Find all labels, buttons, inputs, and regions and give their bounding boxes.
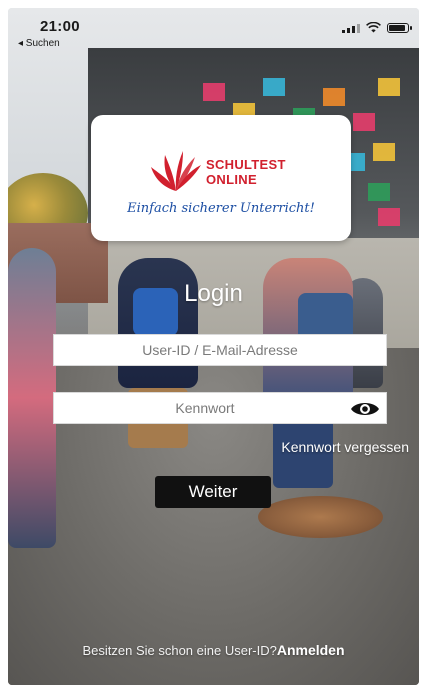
wifi-icon	[366, 22, 381, 33]
signup-footer: Besitzen Sie schon eine User-ID?Anmelden	[8, 642, 419, 658]
continue-button[interactable]: Weiter	[155, 476, 271, 508]
background-manhole	[258, 496, 383, 538]
status-bar: 21:00 ◂ Suchen	[8, 8, 419, 52]
user-id-field	[53, 334, 387, 366]
logo-text-online: ONLINE	[206, 172, 257, 187]
status-time: 21:00	[40, 18, 80, 35]
sign-in-link[interactable]: Anmelden	[277, 642, 345, 658]
password-input[interactable]	[54, 393, 386, 423]
app-screen: 21:00 ◂ Suchen SCHULTEST ONLINE Einfach …	[8, 8, 419, 685]
logo-text-schultest: SCHULTEST	[206, 157, 286, 172]
back-to-search-link[interactable]: ◂ Suchen	[18, 38, 60, 49]
eye-icon[interactable]	[350, 399, 380, 419]
login-title: Login	[184, 280, 243, 307]
footer-question: Besitzen Sie schon eine User-ID?	[82, 643, 277, 658]
user-id-input[interactable]	[54, 335, 386, 365]
flame-logo-icon	[151, 151, 201, 191]
password-field	[53, 392, 387, 424]
signal-icon	[342, 23, 360, 33]
logo-card: SCHULTEST ONLINE Einfach sicherer Unterr…	[91, 115, 351, 241]
system-icons	[342, 22, 412, 33]
forgot-password-link[interactable]: Kennwort vergessen	[281, 439, 409, 455]
battery-icon	[387, 22, 412, 33]
logo-tagline: Einfach sicherer Unterricht!	[127, 201, 315, 216]
